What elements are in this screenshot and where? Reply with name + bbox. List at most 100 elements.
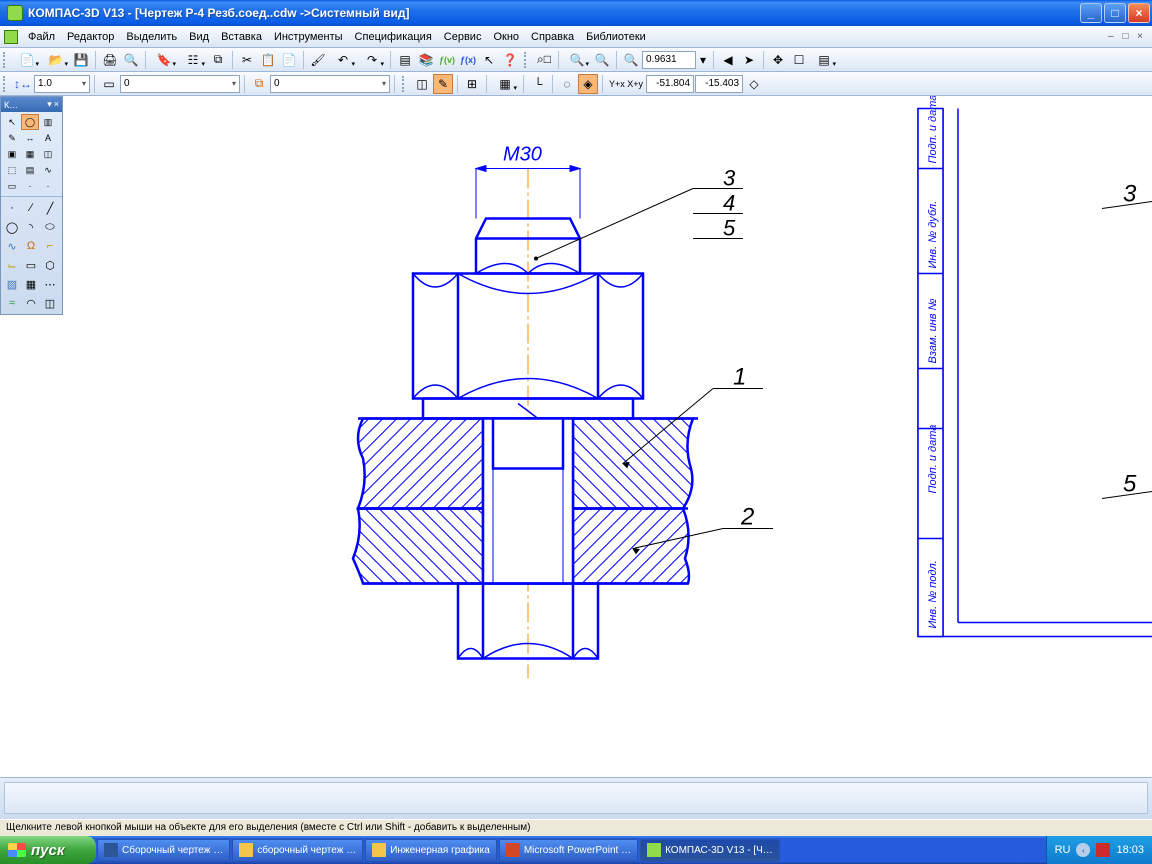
- tab-4[interactable]: ✎: [3, 130, 21, 146]
- close-button[interactable]: ×: [1128, 3, 1150, 23]
- scale-combo[interactable]: 1.0▾: [34, 75, 90, 93]
- task-item-5[interactable]: КОМПАС-3D V13 - [Ч…: [640, 839, 780, 862]
- lib-button[interactable]: 📚: [416, 50, 436, 70]
- menu-libraries[interactable]: Библиотеки: [580, 28, 652, 46]
- menu-tools[interactable]: Инструменты: [268, 28, 349, 46]
- tool-rect[interactable]: [22, 256, 40, 274]
- help-button[interactable]: [500, 50, 520, 70]
- copy-button[interactable]: [258, 50, 278, 70]
- round-button[interactable]: ◌: [557, 74, 577, 94]
- styles-button[interactable]: ▭: [99, 74, 119, 94]
- tool-eq[interactable]: ≈: [3, 294, 21, 312]
- constr-toggle[interactable]: ◫: [412, 74, 432, 94]
- tray-arrow-icon[interactable]: ‹: [1076, 843, 1090, 857]
- new-button[interactable]: [13, 50, 41, 70]
- task-item-4[interactable]: Microsoft PowerPoint …: [499, 839, 638, 862]
- tab-geom[interactable]: ◯: [21, 114, 39, 130]
- tab-15[interactable]: ·: [39, 178, 57, 194]
- drawing-canvas[interactable]: M30: [63, 96, 1152, 801]
- system-tray[interactable]: RU ‹ 18:03: [1046, 836, 1152, 864]
- tool-fill[interactable]: ▦: [22, 275, 40, 293]
- task-item-2[interactable]: сборочный чертеж …: [232, 839, 363, 862]
- task-item-3[interactable]: Инженерная графика: [365, 839, 497, 862]
- fx-button[interactable]: [458, 50, 478, 70]
- tool-line[interactable]: [41, 199, 59, 217]
- tab-9[interactable]: ◫: [39, 146, 57, 162]
- tool-aux[interactable]: ∕: [22, 199, 40, 217]
- mdi-icon[interactable]: [4, 30, 18, 44]
- tool-hatch[interactable]: ▨: [3, 275, 21, 293]
- maximize-button[interactable]: □: [1104, 3, 1126, 23]
- view-settings[interactable]: ▤: [810, 50, 838, 70]
- minimize-button[interactable]: _: [1080, 3, 1102, 23]
- spec-button[interactable]: ▤: [395, 50, 415, 70]
- grid-button[interactable]: [491, 74, 519, 94]
- vars-button[interactable]: ƒ(v): [437, 50, 457, 70]
- mdi-controls[interactable]: – □ ×: [1108, 31, 1152, 42]
- tab-14[interactable]: ·: [21, 178, 39, 194]
- print-button[interactable]: [100, 50, 120, 70]
- active-toggle[interactable]: ✎: [433, 74, 453, 94]
- zoom-window[interactable]: ⌕□: [534, 50, 554, 70]
- tab-7[interactable]: ▣: [3, 146, 21, 162]
- lang-indicator[interactable]: RU: [1055, 844, 1071, 856]
- task-item-1[interactable]: Сборочный чертеж …: [97, 839, 230, 862]
- snap-button[interactable]: ◈: [578, 74, 598, 94]
- nav-fwd[interactable]: [739, 50, 759, 70]
- clock[interactable]: 18:03: [1116, 844, 1144, 856]
- props-button[interactable]: ⧉: [208, 50, 228, 70]
- layer-combo[interactable]: 0▾: [270, 75, 390, 93]
- menu-help[interactable]: Справка: [525, 28, 580, 46]
- menu-window[interactable]: Окно: [487, 28, 525, 46]
- tab-1[interactable]: ↖: [3, 114, 21, 130]
- zoom-realtime[interactable]: [621, 50, 641, 70]
- tool-circle[interactable]: [3, 218, 21, 236]
- menu-view[interactable]: Вид: [183, 28, 215, 46]
- nav-back[interactable]: [718, 50, 738, 70]
- tab-3[interactable]: ▥: [39, 114, 57, 130]
- menu-editor[interactable]: Редактор: [61, 28, 120, 46]
- tool-arc[interactable]: [22, 218, 40, 236]
- palette-pin-icon[interactable]: ▾: [47, 99, 52, 110]
- tool-contour[interactable]: ◠: [22, 294, 40, 312]
- cut-button[interactable]: [237, 50, 257, 70]
- menu-spec[interactable]: Спецификация: [349, 28, 438, 46]
- pan-button[interactable]: ✥: [768, 50, 788, 70]
- tool-ellipse[interactable]: ⬭: [41, 218, 59, 236]
- tool-spline[interactable]: ∿: [3, 237, 21, 255]
- tab-10[interactable]: ⬚: [3, 162, 21, 178]
- tool-more[interactable]: ⋯: [41, 275, 59, 293]
- ucs-button[interactable]: ↕↔: [13, 74, 33, 94]
- start-button[interactable]: пуск: [0, 836, 96, 864]
- coord-lock[interactable]: ◇: [744, 74, 764, 94]
- zoom-in[interactable]: [563, 50, 591, 70]
- zoom-dd[interactable]: [697, 50, 709, 70]
- palette-header[interactable]: К… ▾×: [1, 97, 62, 112]
- tray-av-icon[interactable]: [1096, 843, 1110, 857]
- menu-file[interactable]: Файл: [22, 28, 61, 46]
- toolbar-grip[interactable]: [3, 52, 9, 68]
- property-strip[interactable]: [4, 782, 1148, 814]
- tab-12[interactable]: ∿: [39, 162, 57, 178]
- style-combo[interactable]: 0▾: [120, 75, 240, 93]
- toolbar-grip-2[interactable]: [524, 52, 530, 68]
- open-button[interactable]: [42, 50, 70, 70]
- format-painter[interactable]: [308, 50, 328, 70]
- mark-button[interactable]: 🔖: [150, 50, 178, 70]
- zoom-input[interactable]: [642, 51, 696, 69]
- redo-button[interactable]: [358, 50, 386, 70]
- menu-select[interactable]: Выделить: [120, 28, 183, 46]
- tab-13[interactable]: ▭: [3, 178, 21, 194]
- tab-5[interactable]: ↔: [21, 130, 39, 146]
- paste-button[interactable]: [279, 50, 299, 70]
- layer-mgr[interactable]: ⧉: [249, 74, 269, 94]
- tool-poly[interactable]: ⬡: [41, 256, 59, 274]
- tool-point[interactable]: ·: [3, 199, 21, 217]
- menu-insert[interactable]: Вставка: [215, 28, 268, 46]
- tool-chamfer[interactable]: ⌙: [3, 256, 21, 274]
- save-button[interactable]: [71, 50, 91, 70]
- tab-11[interactable]: ▤: [21, 162, 39, 178]
- tab-6[interactable]: A: [39, 130, 57, 146]
- tool-fillet[interactable]: ⌐: [41, 237, 59, 255]
- zoom-prev[interactable]: [592, 50, 612, 70]
